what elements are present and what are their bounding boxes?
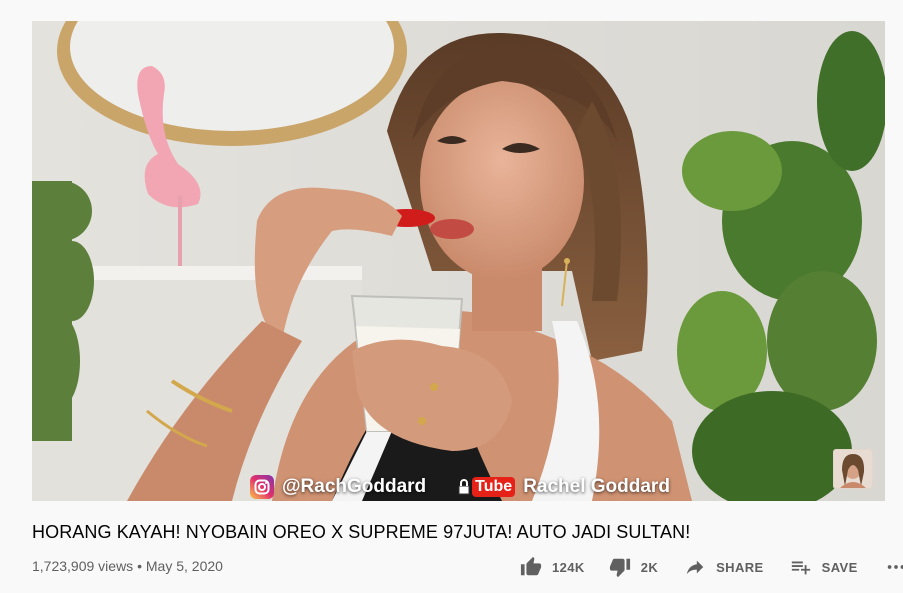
youtube-tube-text: Tube xyxy=(472,477,516,497)
meta-separator: • xyxy=(137,558,142,574)
video-player[interactable]: @RachGoddard Tube Rachel Goddard xyxy=(32,21,885,501)
dislike-count: 2K xyxy=(640,559,659,575)
save-label: SAVE xyxy=(821,559,858,575)
video-overlay-credits: @RachGoddard Tube Rachel Goddard xyxy=(250,474,670,500)
dislike-button[interactable]: 2K xyxy=(609,556,658,578)
like-button[interactable]: 124K xyxy=(520,556,585,578)
upload-date: May 5, 2020 xyxy=(145,558,223,574)
channel-avatar-image xyxy=(834,450,872,488)
youtube-logo: Tube xyxy=(458,477,516,497)
more-horizontal-icon xyxy=(887,565,903,569)
playlist-add-icon xyxy=(791,561,810,575)
video-actions: 124K 2K SHARE SAVE xyxy=(520,553,903,581)
lock-icon xyxy=(458,479,470,495)
view-count: 1,723,909 views xyxy=(32,558,134,574)
video-title: HORANG KAYAH! NYOBAIN OREO X SUPREME 97J… xyxy=(32,522,691,542)
share-arrow-icon xyxy=(686,560,704,575)
like-count: 124K xyxy=(552,559,585,575)
video-frame-thumbnail xyxy=(32,21,885,501)
share-label: SHARE xyxy=(716,559,764,575)
thumbs-up-icon xyxy=(520,556,542,576)
instagram-handle: @RachGoddard xyxy=(282,476,427,497)
channel-watermark[interactable] xyxy=(833,449,873,489)
save-button[interactable]: SAVE xyxy=(790,556,858,578)
youtube-channel-name: Rachel Goddard xyxy=(523,476,670,497)
instagram-icon xyxy=(250,475,274,499)
video-metadata: 1,723,909 views • May 5, 2020 xyxy=(32,558,223,574)
more-actions-button[interactable] xyxy=(884,556,903,578)
share-button[interactable]: SHARE xyxy=(684,556,764,578)
thumbs-down-icon xyxy=(609,558,630,578)
